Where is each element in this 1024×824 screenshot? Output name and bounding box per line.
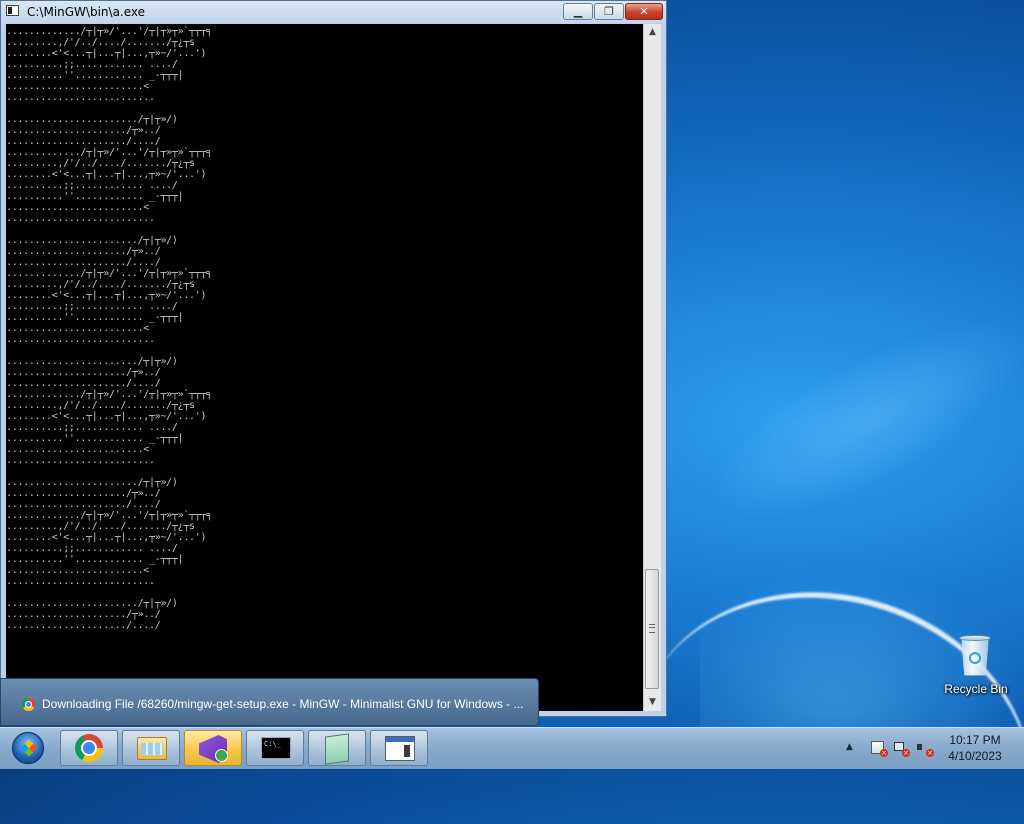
taskbar: ▲ × × × 10:17 PM 4/10/2023 bbox=[0, 727, 1024, 769]
taskbar-visual-studio-button[interactable] bbox=[184, 730, 242, 766]
console-line: .........,/'/../..../......./┬¿┬s bbox=[6, 37, 195, 48]
windows-orb-icon bbox=[12, 732, 44, 764]
download-notification[interactable]: Downloading File /68260/mingw-get-setup.… bbox=[0, 678, 539, 726]
console-line: ...................../┬»../ bbox=[6, 246, 161, 257]
network-icon[interactable]: × bbox=[892, 740, 910, 757]
console-line: .......................... bbox=[6, 334, 155, 345]
console-line: ...................../┬»../ bbox=[6, 367, 161, 378]
command-prompt-icon bbox=[261, 737, 291, 759]
notepad-icon bbox=[325, 733, 349, 765]
console-line: ...................../..../ bbox=[6, 499, 161, 510]
console-line: ......................./┬|┬»/) bbox=[6, 477, 178, 488]
console-line: ............./┬|┬»/'...'/┬|┬»┬»`┬┬┬╕ bbox=[6, 510, 212, 521]
console-line: ..........;;............ ..../ bbox=[6, 301, 178, 312]
download-badge-icon bbox=[215, 749, 228, 762]
volume-icon[interactable]: × bbox=[916, 740, 934, 757]
console-line: ......................./┬|┬»/) bbox=[6, 114, 178, 125]
download-notification-text: Downloading File /68260/mingw-get-setup.… bbox=[42, 697, 524, 711]
minimize-button[interactable]: ▁ bbox=[563, 3, 593, 20]
console-app-icon[interactable] bbox=[6, 5, 19, 16]
scroll-up-arrow-icon[interactable]: ▲ bbox=[644, 24, 661, 41]
console-line: .......................... bbox=[6, 455, 155, 466]
console-output[interactable]: ............./┬|┬»/'...'/┬|┬»┬»`┬┬┬╕....… bbox=[6, 24, 643, 711]
taskbar-explorer-button[interactable] bbox=[122, 730, 180, 766]
console-line: ............./┬|┬»/'...'/┬|┬»┬»`┬┬┬╕ bbox=[6, 147, 212, 158]
console-line: ........................< bbox=[6, 565, 150, 576]
console-line: ..........''............ _-┬┬┬| bbox=[6, 554, 184, 565]
console-line: .........,/'/../..../......./┬¿┬s bbox=[6, 400, 195, 411]
recycle-bin[interactable]: Recycle Bin bbox=[940, 628, 1012, 700]
console-line: ..........;;............ ..../ bbox=[6, 543, 178, 554]
console-line: ........................< bbox=[6, 81, 150, 92]
console-window[interactable]: C:\MinGW\bin\a.exe ▁ ❐ ✕ ............./┬… bbox=[0, 0, 667, 717]
console-line: ..........''............ _-┬┬┬| bbox=[6, 70, 184, 81]
console-line: ............./┬|┬»/'...'/┬|┬»┬»`┬┬┬╕ bbox=[6, 26, 212, 37]
console-line: ...................../..../ bbox=[6, 136, 161, 147]
console-line: ...................../..../ bbox=[6, 378, 161, 389]
start-button[interactable] bbox=[4, 729, 52, 767]
window-title: C:\MinGW\bin\a.exe bbox=[27, 5, 146, 19]
console-line: ..........''............ _-┬┬┬| bbox=[6, 312, 184, 323]
window-titlebar[interactable]: C:\MinGW\bin\a.exe ▁ ❐ ✕ bbox=[1, 1, 666, 23]
chrome-icon bbox=[75, 734, 103, 762]
clock[interactable]: 10:17 PM 4/10/2023 bbox=[940, 732, 1010, 764]
maximize-button[interactable]: ❐ bbox=[594, 3, 624, 20]
console-line: ........<'<...┬|...┬|...,┬»~/'...') bbox=[6, 48, 207, 59]
console-line: .........,/'/../..../......./┬¿┬s bbox=[6, 279, 195, 290]
console-line: .......................... bbox=[6, 576, 155, 587]
application-window-icon bbox=[385, 736, 415, 761]
console-line: ........................< bbox=[6, 202, 150, 213]
console-line: ........<'<...┬|...┬|...,┬»~/'...') bbox=[6, 169, 207, 180]
show-hidden-icons-button[interactable]: ▲ bbox=[846, 742, 853, 752]
clock-time: 10:17 PM bbox=[949, 733, 1001, 747]
console-line: ........<'<...┬|...┬|...,┬»~/'...') bbox=[6, 411, 207, 422]
console-line: .........,/'/../..../......./┬¿┬s bbox=[6, 158, 195, 169]
console-text: ............./┬|┬»/'...'/┬|┬»┬»`┬┬┬╕....… bbox=[6, 24, 643, 631]
console-line: ...................../┬»../ bbox=[6, 609, 161, 620]
console-line: ......................./┬|┬»/) bbox=[6, 598, 178, 609]
console-line: .........,/'/../..../......./┬¿┬s bbox=[6, 521, 195, 532]
console-line: ......................./┬|┬»/) bbox=[6, 356, 178, 367]
recycle-bin-label: Recycle Bin bbox=[944, 682, 1008, 696]
console-line: .......................... bbox=[6, 213, 155, 224]
console-line: .......................... bbox=[6, 92, 155, 103]
vertical-scrollbar[interactable]: ▲ ▼ bbox=[643, 24, 661, 711]
console-line: ..........;;............ ..../ bbox=[6, 180, 178, 191]
taskbar-notepad-button[interactable] bbox=[308, 730, 366, 766]
console-line: ...................../..../ bbox=[6, 257, 161, 268]
clock-date: 4/10/2023 bbox=[948, 749, 1002, 763]
console-line: ........<'<...┬|...┬|...,┬»~/'...') bbox=[6, 532, 207, 543]
chrome-icon bbox=[22, 698, 35, 711]
taskbar-chrome-button[interactable] bbox=[60, 730, 118, 766]
taskbar-command-prompt-button[interactable] bbox=[246, 730, 304, 766]
taskbar-app-button[interactable] bbox=[370, 730, 428, 766]
recycle-bin-icon bbox=[959, 632, 991, 676]
scroll-down-arrow-icon[interactable]: ▼ bbox=[644, 694, 661, 711]
console-line: ........................< bbox=[6, 444, 150, 455]
console-line: ........................< bbox=[6, 323, 150, 334]
console-line: ..........''............ _-┬┬┬| bbox=[6, 433, 184, 444]
console-line: ..........;;............ ..../ bbox=[6, 422, 178, 433]
console-line: ...................../┬»../ bbox=[6, 125, 161, 136]
console-line: ...................../┬»../ bbox=[6, 488, 161, 499]
console-line: ..........;;............ ..../ bbox=[6, 59, 178, 70]
console-line: ........<'<...┬|...┬|...,┬»~/'...') bbox=[6, 290, 207, 301]
scroll-thumb[interactable] bbox=[645, 569, 659, 689]
console-line: ............./┬|┬»/'...'/┬|┬»┬»`┬┬┬╕ bbox=[6, 268, 212, 279]
console-line: ..........''............ _-┬┬┬| bbox=[6, 191, 184, 202]
console-line: ......................./┬|┬»/) bbox=[6, 235, 178, 246]
close-button[interactable]: ✕ bbox=[625, 3, 663, 20]
action-center-icon[interactable]: × bbox=[870, 740, 888, 757]
scroll-grip-icon bbox=[649, 624, 655, 633]
console-line: ...................../..../ bbox=[6, 620, 161, 631]
console-line: ............./┬|┬»/'...'/┬|┬»┬»`┬┬┬╕ bbox=[6, 389, 212, 400]
desktop-light-streak bbox=[682, 282, 1024, 558]
explorer-folder-icon bbox=[137, 737, 167, 760]
